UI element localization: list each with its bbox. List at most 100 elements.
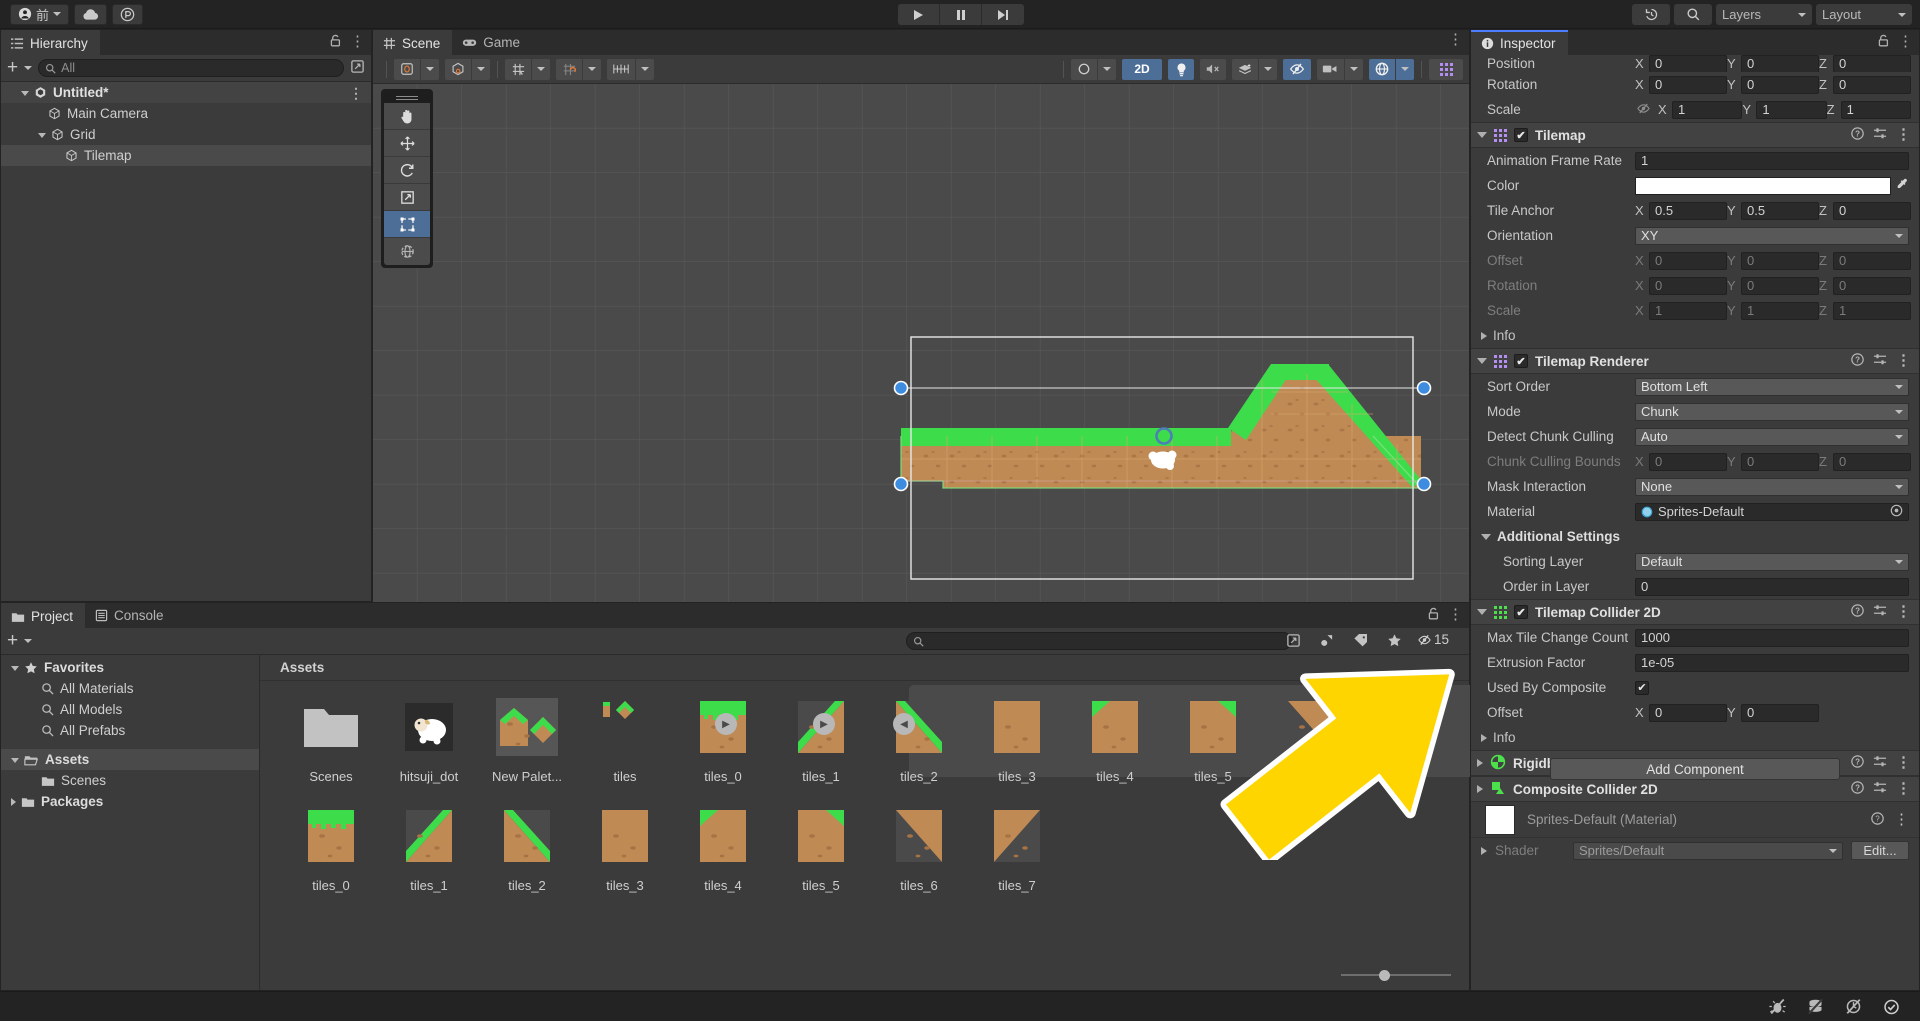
chevron-down-icon[interactable] bbox=[1477, 358, 1487, 364]
shader-dropdown[interactable]: Sprites/Default bbox=[1573, 842, 1843, 860]
position-y-field[interactable]: 0 bbox=[1741, 55, 1819, 72]
preset-icon[interactable] bbox=[1873, 781, 1887, 797]
scene-viewport[interactable] bbox=[373, 84, 1469, 626]
pause-button[interactable] bbox=[940, 4, 982, 25]
asset-item[interactable]: tiles bbox=[576, 693, 674, 784]
grid-size-button[interactable] bbox=[607, 59, 635, 80]
magnet-snap-button[interactable] bbox=[556, 59, 582, 80]
audio-toggle[interactable] bbox=[1200, 59, 1226, 80]
grid-size-dropdown[interactable] bbox=[636, 59, 654, 80]
rotate-tool-button[interactable] bbox=[384, 157, 430, 184]
asset-item[interactable]: tiles_4 bbox=[674, 802, 772, 893]
project-tree-item-assets[interactable]: Assets bbox=[1, 749, 259, 770]
tab-scene[interactable]: Scene bbox=[373, 30, 452, 55]
project-search-expand-icon[interactable] bbox=[1286, 633, 1301, 651]
help-icon[interactable]: ? bbox=[1851, 781, 1864, 797]
bug-mute-icon[interactable] bbox=[1758, 992, 1796, 1021]
rect-tool-button[interactable] bbox=[384, 211, 430, 238]
project-tree-item-all-models[interactable]: All Models bbox=[1, 699, 259, 720]
layers-dropdown[interactable]: Layers bbox=[1716, 4, 1812, 25]
chevron-right-icon[interactable] bbox=[1481, 847, 1487, 855]
asset-thumbnail[interactable] bbox=[1277, 693, 1345, 761]
chevron-down-icon[interactable] bbox=[24, 66, 32, 70]
scale-tool-button[interactable] bbox=[384, 184, 430, 211]
scale-vector[interactable]: X1 Y1 Z1 bbox=[1658, 101, 1919, 119]
chevron-right-icon[interactable] bbox=[11, 798, 16, 806]
tab-inspector[interactable]: Inspector bbox=[1471, 30, 1568, 55]
asset-item[interactable]: tiles_5 bbox=[772, 802, 870, 893]
order-in-layer-field[interactable]: 0 bbox=[1635, 578, 1909, 596]
gizmo-sphere-button[interactable] bbox=[1071, 59, 1097, 80]
asset-item[interactable]: tiles_1 bbox=[772, 693, 870, 784]
tilemap-component-header[interactable]: ✔ Tilemap ? ⋮ bbox=[1471, 122, 1919, 148]
chevron-right-icon[interactable] bbox=[1477, 759, 1483, 767]
asset-thumbnail[interactable] bbox=[493, 802, 561, 870]
asset-thumbnail[interactable] bbox=[885, 802, 953, 870]
tile-anchor-z-field[interactable]: 0 bbox=[1833, 202, 1911, 220]
move-tool-button[interactable] bbox=[384, 130, 430, 157]
tab-hierarchy[interactable]: Hierarchy bbox=[1, 30, 100, 55]
position-vector[interactable]: X0 Y0 Z0 bbox=[1635, 55, 1919, 72]
chevron-down-icon[interactable] bbox=[24, 639, 32, 643]
rotation-z-field[interactable]: 0 bbox=[1833, 76, 1911, 94]
effects-button[interactable] bbox=[1232, 59, 1258, 80]
hierarchy-item-main-camera[interactable]: Main Camera bbox=[1, 103, 371, 124]
asset-thumbnail[interactable] bbox=[297, 693, 365, 761]
draw-mode-button[interactable] bbox=[394, 59, 420, 80]
collider-info-foldout[interactable]: Info bbox=[1471, 725, 1919, 750]
preset-icon[interactable] bbox=[1873, 755, 1887, 771]
preset-icon[interactable] bbox=[1873, 353, 1887, 369]
position-x-field[interactable]: 0 bbox=[1649, 55, 1727, 72]
chevron-down-icon[interactable] bbox=[11, 758, 19, 763]
shading-dropdown[interactable] bbox=[472, 59, 490, 80]
scale-x-field[interactable]: 1 bbox=[1672, 101, 1742, 119]
project-tree-item-favorites[interactable]: Favorites bbox=[1, 657, 259, 678]
help-icon[interactable]: ? bbox=[1851, 604, 1864, 620]
asset-item[interactable]: New Palet... bbox=[478, 693, 576, 784]
help-icon[interactable]: ? bbox=[1851, 127, 1864, 143]
inspector-scroll-area[interactable]: Position X0 Y0 Z0 Rotation X0 Y0 Z0 Scal… bbox=[1471, 55, 1919, 990]
asset-thumbnail[interactable] bbox=[297, 802, 365, 870]
scale-z-field[interactable]: 1 bbox=[1841, 101, 1911, 119]
lock-icon[interactable] bbox=[329, 34, 342, 50]
search-button[interactable] bbox=[1674, 4, 1712, 25]
gizmos-toggle[interactable] bbox=[1369, 59, 1395, 80]
palette-preview-next-button[interactable]: ▶ bbox=[813, 713, 835, 735]
asset-thumbnail[interactable] bbox=[983, 693, 1051, 761]
gizmo-sphere-dropdown[interactable] bbox=[1098, 59, 1116, 80]
tiles-preview-prev-button[interactable]: ◀ bbox=[893, 713, 915, 735]
asset-item[interactable]: tiles_1 bbox=[380, 802, 478, 893]
tile-palette-button[interactable] bbox=[1429, 59, 1463, 80]
asset-item[interactable]: tiles_5 bbox=[1164, 693, 1262, 784]
asset-thumbnail[interactable] bbox=[1081, 693, 1149, 761]
asset-thumbnail[interactable] bbox=[395, 802, 463, 870]
kebab-icon[interactable]: ⋮ bbox=[350, 36, 365, 48]
chevron-down-icon[interactable] bbox=[21, 91, 29, 96]
tilemap-renderer-component-header[interactable]: ✔ Tilemap Renderer ? ⋮ bbox=[1471, 348, 1919, 374]
collab-button[interactable] bbox=[112, 4, 143, 25]
asset-item[interactable]: tiles_0 bbox=[282, 802, 380, 893]
sorting-layer-dropdown[interactable]: Default bbox=[1635, 553, 1909, 571]
asset-thumbnail[interactable] bbox=[493, 693, 561, 761]
material-object-field[interactable]: Sprites-Default bbox=[1635, 503, 1909, 521]
asset-item[interactable]: Scenes bbox=[282, 693, 380, 784]
detect-chunk-culling-dropdown[interactable]: Auto bbox=[1635, 428, 1909, 446]
scale-y-field[interactable]: 1 bbox=[1756, 101, 1826, 119]
max-tile-change-count-field[interactable]: 1000 bbox=[1635, 629, 1909, 647]
kebab-icon[interactable]: ⋮ bbox=[1448, 609, 1463, 621]
kebab-icon[interactable]: ⋮ bbox=[1896, 355, 1911, 367]
eyedropper-icon[interactable] bbox=[1895, 177, 1909, 194]
asset-item[interactable]: hitsuji_dot bbox=[380, 693, 478, 784]
tile-anchor-y-field[interactable]: 0.5 bbox=[1741, 202, 1819, 220]
effects-dropdown[interactable] bbox=[1259, 59, 1277, 80]
asset-thumbnail[interactable] bbox=[1179, 693, 1247, 761]
draw-mode-dropdown[interactable] bbox=[421, 59, 439, 80]
play-button[interactable] bbox=[898, 4, 940, 25]
kebab-icon[interactable]: ⋮ bbox=[1898, 36, 1913, 48]
asset-thumbnail[interactable] bbox=[395, 693, 463, 761]
layout-dropdown[interactable]: Layout bbox=[1816, 4, 1912, 25]
collider-offset-vector[interactable]: X0 Y0 Z bbox=[1635, 704, 1919, 722]
asset-item[interactable]: tiles_3 bbox=[576, 802, 674, 893]
add-gameobject-button[interactable]: + bbox=[7, 61, 18, 75]
additional-settings-foldout[interactable]: Additional Settings bbox=[1471, 524, 1919, 549]
